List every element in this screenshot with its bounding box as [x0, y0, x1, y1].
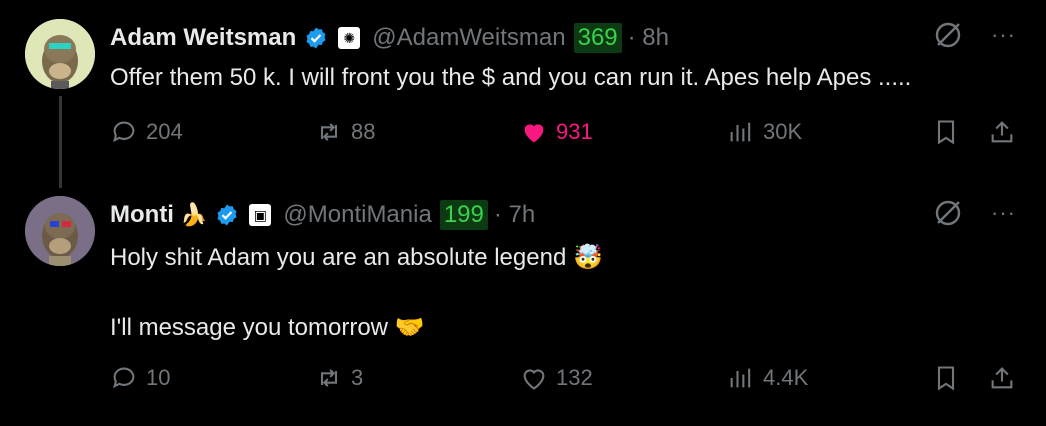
score-badge: 369: [573, 23, 622, 53]
grok-icon[interactable]: [933, 198, 963, 228]
share-button[interactable]: [988, 118, 1024, 146]
bookmark-button[interactable]: [932, 118, 968, 146]
author-handle[interactable]: @MontiMania: [283, 201, 431, 229]
views-button[interactable]: 4.4K: [727, 364, 808, 392]
views-icon: [730, 122, 751, 142]
affiliate-badge-icon[interactable]: ▣: [249, 204, 272, 226]
like-count: 132: [556, 365, 593, 390]
reply-count: 10: [146, 365, 171, 390]
timestamp[interactable]: · 8h: [628, 24, 669, 52]
name-emoji: 🍌: [179, 202, 208, 227]
author-name[interactable]: Monti: [110, 201, 174, 229]
reply-button[interactable]: 10: [110, 364, 170, 392]
reply-button[interactable]: 204: [110, 118, 183, 146]
tweet-text: Holy shit Adam you are an absolute legen…: [110, 244, 567, 271]
repost-icon: [320, 123, 338, 141]
verified-badge-icon: [217, 204, 237, 226]
score-badge: 199: [439, 200, 488, 230]
like-button[interactable]: 132: [520, 364, 593, 392]
tweet-top-right-icons: ···: [933, 20, 1016, 50]
views-button[interactable]: 30K: [727, 118, 802, 146]
tweet-actions: 10 3 132 4.4K: [110, 364, 1020, 400]
bookmark-icon: [937, 120, 955, 145]
share-button[interactable]: [988, 364, 1024, 392]
more-options-icon[interactable]: ···: [991, 200, 1016, 226]
repost-button[interactable]: 88: [315, 118, 375, 146]
repost-count: 3: [351, 365, 364, 390]
views-icon: [730, 368, 751, 388]
reply-icon: [113, 121, 135, 143]
tweet-top-right-icons: ···: [933, 198, 1016, 228]
affiliate-badge-icon[interactable]: ✺: [338, 27, 361, 49]
repost-icon: [320, 369, 338, 387]
reply-count: 204: [146, 119, 183, 144]
handshake-emoji: 🤝: [394, 314, 425, 341]
verified-badge-icon: [306, 27, 326, 49]
share-icon: [991, 367, 1013, 389]
avatar[interactable]: [25, 196, 95, 266]
timestamp[interactable]: · 7h: [494, 201, 535, 229]
tweet-text-line-2: I'll message you tomorrow 🤝: [110, 313, 425, 342]
heart-filled-icon: [524, 124, 544, 143]
repost-count: 88: [351, 119, 376, 144]
tweet-text-line-1: Holy shit Adam you are an absolute legen…: [110, 243, 603, 272]
author-handle[interactable]: @AdamWeitsman: [372, 24, 565, 52]
heart-outline-icon: [523, 369, 545, 390]
tweet-actions: 204 88 931 30K: [110, 118, 1020, 154]
tweet-adam-weitsman[interactable]: Adam Weitsman ✺ @AdamWeitsman 369 · 8h ·…: [0, 0, 1046, 180]
reply-icon: [113, 367, 135, 389]
share-icon: [991, 121, 1013, 143]
grok-icon[interactable]: [933, 20, 963, 50]
tweet-header: Monti 🍌 ▣ @MontiMania 199 · 7h: [110, 195, 535, 235]
view-count: 30K: [763, 119, 803, 144]
tweet-text: Offer them 50 k. I will front you the $ …: [110, 64, 912, 91]
tweet-text: I'll message you tomorrow: [110, 314, 389, 341]
bookmark-icon: [937, 366, 955, 391]
like-count: 931: [556, 119, 593, 144]
author-name[interactable]: Adam Weitsman: [110, 24, 296, 52]
view-count: 4.4K: [763, 365, 809, 390]
like-button[interactable]: 931: [520, 118, 593, 146]
bookmark-button[interactable]: [932, 364, 968, 392]
more-options-icon[interactable]: ···: [991, 22, 1016, 48]
tweet-header: Adam Weitsman ✺ @AdamWeitsman 369 · 8h: [110, 18, 669, 58]
exploding-head-emoji: 🤯: [572, 244, 603, 271]
repost-button[interactable]: 3: [315, 364, 363, 392]
avatar[interactable]: [25, 19, 95, 89]
